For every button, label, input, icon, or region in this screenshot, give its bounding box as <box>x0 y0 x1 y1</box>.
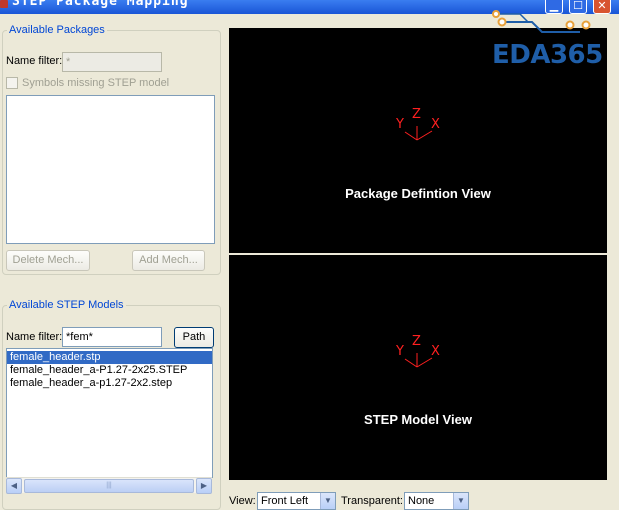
step-model-list[interactable]: female_header.stp female_header_a-P1.27-… <box>6 348 213 478</box>
model-name-filter-label: Name filter: <box>6 331 63 343</box>
transparent-select-value: None <box>408 495 435 507</box>
model-list-horizontal-scrollbar[interactable]: ◀ ||| ▶ <box>6 477 212 494</box>
transparent-label: Transparent: <box>341 495 403 507</box>
model-name-filter-input[interactable]: *fem* <box>62 327 162 347</box>
chevron-down-icon[interactable]: ▼ <box>320 493 335 509</box>
axis-y-label: Y <box>396 344 404 359</box>
scroll-right-arrow-icon[interactable]: ▶ <box>196 478 212 494</box>
axis-triad-icon: Y Z X <box>394 333 454 375</box>
step-view-caption: STEP Model View <box>364 412 472 427</box>
axis-x-label: X <box>431 117 440 132</box>
scroll-thumb[interactable]: ||| <box>24 479 194 493</box>
symbols-missing-checkbox[interactable] <box>6 77 18 89</box>
axis-z-label: Z <box>412 334 421 349</box>
axis-triad-icon: Y Z X <box>394 106 454 148</box>
package-view-caption: Package Defintion View <box>345 186 491 201</box>
package-name-filter-input[interactable]: * <box>62 52 162 72</box>
add-mech-button[interactable]: Add Mech... <box>132 250 205 271</box>
scroll-left-arrow-icon[interactable]: ◀ <box>6 478 22 494</box>
list-item[interactable]: female_header_a-p1.27-2x2.step <box>7 377 212 390</box>
eda365-watermark: EDA365 <box>492 8 612 70</box>
view-select[interactable]: Front Left ▼ <box>257 492 336 510</box>
transparent-select[interactable]: None ▼ <box>404 492 469 510</box>
axis-z-label: Z <box>412 107 421 122</box>
axis-x-label: X <box>431 344 440 359</box>
app-icon <box>0 0 8 8</box>
available-step-models-legend: Available STEP Models <box>9 299 124 311</box>
list-item[interactable]: female_header.stp <box>7 351 212 364</box>
step-model-items: female_header.stp female_header_a-P1.27-… <box>7 349 212 390</box>
package-name-filter-label: Name filter: <box>6 55 63 67</box>
circuit-trace-icon <box>492 10 591 33</box>
available-packages-legend: Available Packages <box>9 24 105 36</box>
package-list[interactable] <box>6 95 215 244</box>
list-item[interactable]: female_header_a-P1.27-2x25.STEP <box>7 364 212 377</box>
path-button[interactable]: Path <box>174 327 214 348</box>
axis-y-label: Y <box>396 117 404 132</box>
view-label: View: <box>229 495 256 507</box>
window-title: STEP Package Mapping <box>12 0 189 9</box>
watermark-text: EDA365 <box>492 40 603 70</box>
view-select-value: Front Left <box>261 495 309 507</box>
chevron-down-icon[interactable]: ▼ <box>453 493 468 509</box>
delete-mech-button[interactable]: Delete Mech... <box>6 250 90 271</box>
step-model-view[interactable]: Y Z X STEP Model View <box>229 255 607 480</box>
symbols-missing-label: Symbols missing STEP model <box>22 77 170 89</box>
